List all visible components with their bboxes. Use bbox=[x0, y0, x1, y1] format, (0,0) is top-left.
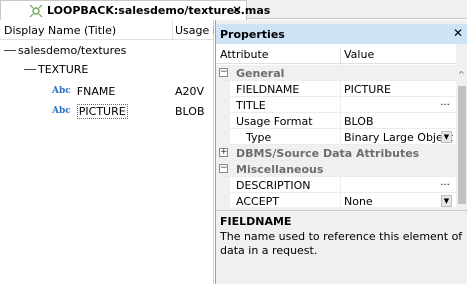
tree-line bbox=[4, 49, 16, 51]
tree-header: Display Name (Title) Usage Fo bbox=[0, 20, 214, 40]
property-name: TITLE bbox=[236, 99, 266, 112]
property-name: Usage Format bbox=[236, 115, 313, 128]
properties-title: Properties bbox=[220, 27, 285, 41]
column-divider[interactable] bbox=[172, 20, 173, 40]
cell-divider bbox=[340, 177, 341, 193]
property-value[interactable]: PICTURE bbox=[344, 83, 391, 96]
tab-strip: LOOPBACK:salesdemo/textures.mas ✕ bbox=[0, 0, 467, 20]
property-grid-header: Attribute Value bbox=[216, 44, 456, 68]
property-value[interactable]: BLOB bbox=[344, 115, 374, 128]
chevron-down-icon[interactable]: ▼ bbox=[441, 131, 452, 143]
close-icon[interactable]: ✕ bbox=[232, 3, 242, 17]
property-row-usage-format[interactable]: Usage Format BLOB bbox=[216, 113, 456, 129]
description-text: The name used to reference this element … bbox=[220, 230, 463, 257]
column-header-usage-format[interactable]: Usage Fo bbox=[175, 24, 214, 37]
cell-divider bbox=[340, 129, 341, 145]
text-field-icon: Abc bbox=[52, 106, 71, 116]
tree-node-fname-usage: A20V bbox=[175, 82, 204, 100]
description-pane: FIELDNAME The name used to reference thi… bbox=[216, 210, 467, 284]
chevron-down-icon[interactable]: ▼ bbox=[441, 195, 452, 207]
close-icon[interactable]: ✕ bbox=[453, 26, 463, 40]
tab-textures[interactable]: LOOPBACK:salesdemo/textures.mas ✕ bbox=[0, 0, 270, 20]
row-gutter bbox=[216, 113, 230, 129]
category-miscellaneous[interactable]: − Miscellaneous bbox=[216, 161, 456, 177]
category-label: Miscellaneous bbox=[236, 163, 324, 176]
usage-format-value: A20V bbox=[175, 84, 205, 98]
collapse-icon[interactable]: − bbox=[219, 68, 228, 77]
category-label: DBMS/Source Data Attributes bbox=[236, 147, 420, 160]
ellipsis-button[interactable]: ... bbox=[438, 178, 452, 192]
property-row-accept[interactable]: ACCEPT None ▼ bbox=[216, 193, 456, 207]
property-name: DESCRIPTION bbox=[236, 179, 311, 192]
tree-node-salesdemo-textures[interactable]: salesdemo/textures bbox=[4, 41, 126, 59]
cell-divider bbox=[340, 97, 341, 113]
tree-node-texture[interactable]: TEXTURE bbox=[24, 60, 88, 78]
cell-divider bbox=[340, 193, 341, 207]
tree-node-label-selected: PICTURE bbox=[76, 103, 128, 119]
tree-node-picture-usage: BLOB bbox=[175, 102, 205, 120]
property-grid: Attribute Value − General FIELDNAME PICT… bbox=[216, 44, 456, 207]
property-value[interactable]: None bbox=[344, 195, 373, 207]
property-row-description[interactable]: DESCRIPTION ... bbox=[216, 177, 456, 193]
text-field-icon: Abc bbox=[52, 86, 71, 96]
column-header-display-name[interactable]: Display Name (Title) bbox=[4, 24, 116, 37]
scrollbar-thumb[interactable] bbox=[458, 86, 466, 204]
cell-divider bbox=[340, 113, 341, 129]
row-gutter bbox=[216, 81, 230, 97]
ellipsis-button[interactable]: ... bbox=[438, 98, 452, 112]
row-gutter bbox=[216, 129, 230, 145]
tree-node-picture[interactable]: Abc PICTURE bbox=[52, 102, 128, 120]
property-row-fieldname[interactable]: FIELDNAME PICTURE bbox=[216, 81, 456, 97]
row-gutter bbox=[216, 97, 230, 113]
tree-node-label: salesdemo/textures bbox=[18, 43, 127, 57]
properties-title-bar: Properties ✕ bbox=[216, 24, 467, 44]
cell-divider bbox=[340, 81, 341, 97]
row-gutter bbox=[216, 177, 230, 193]
tree-line bbox=[24, 68, 36, 70]
loopback-icon bbox=[29, 4, 43, 18]
vertical-scrollbar[interactable]: ^ bbox=[456, 44, 467, 207]
properties-panel: Properties ✕ Attribute Value − General F… bbox=[215, 20, 467, 284]
column-header-value[interactable]: Value bbox=[344, 48, 374, 61]
category-label: General bbox=[236, 67, 285, 80]
property-name: Type bbox=[246, 131, 272, 144]
tree-node-label: FNAME bbox=[76, 84, 116, 98]
tree-node-label: TEXTURE bbox=[38, 62, 89, 76]
property-row-type[interactable]: Type Binary Large Object ▼ bbox=[216, 129, 456, 145]
expand-icon[interactable]: + bbox=[219, 148, 228, 157]
collapse-icon[interactable]: − bbox=[219, 164, 228, 173]
description-title: FIELDNAME bbox=[220, 215, 292, 228]
category-general[interactable]: − General bbox=[216, 65, 456, 81]
category-dbms-source-data-attributes[interactable]: + DBMS/Source Data Attributes bbox=[216, 145, 456, 161]
property-value[interactable]: Binary Large Object bbox=[344, 131, 453, 144]
usage-format-value: BLOB bbox=[175, 104, 205, 118]
property-row-title[interactable]: TITLE ... bbox=[216, 97, 456, 113]
tree-panel: Display Name (Title) Usage Fo salesdemo/… bbox=[0, 20, 214, 284]
property-name: ACCEPT bbox=[236, 195, 279, 207]
property-name: FIELDNAME bbox=[236, 83, 300, 96]
scroll-up-icon[interactable]: ^ bbox=[458, 70, 465, 79]
row-gutter bbox=[216, 193, 230, 207]
column-header-attribute[interactable]: Attribute bbox=[220, 48, 269, 61]
